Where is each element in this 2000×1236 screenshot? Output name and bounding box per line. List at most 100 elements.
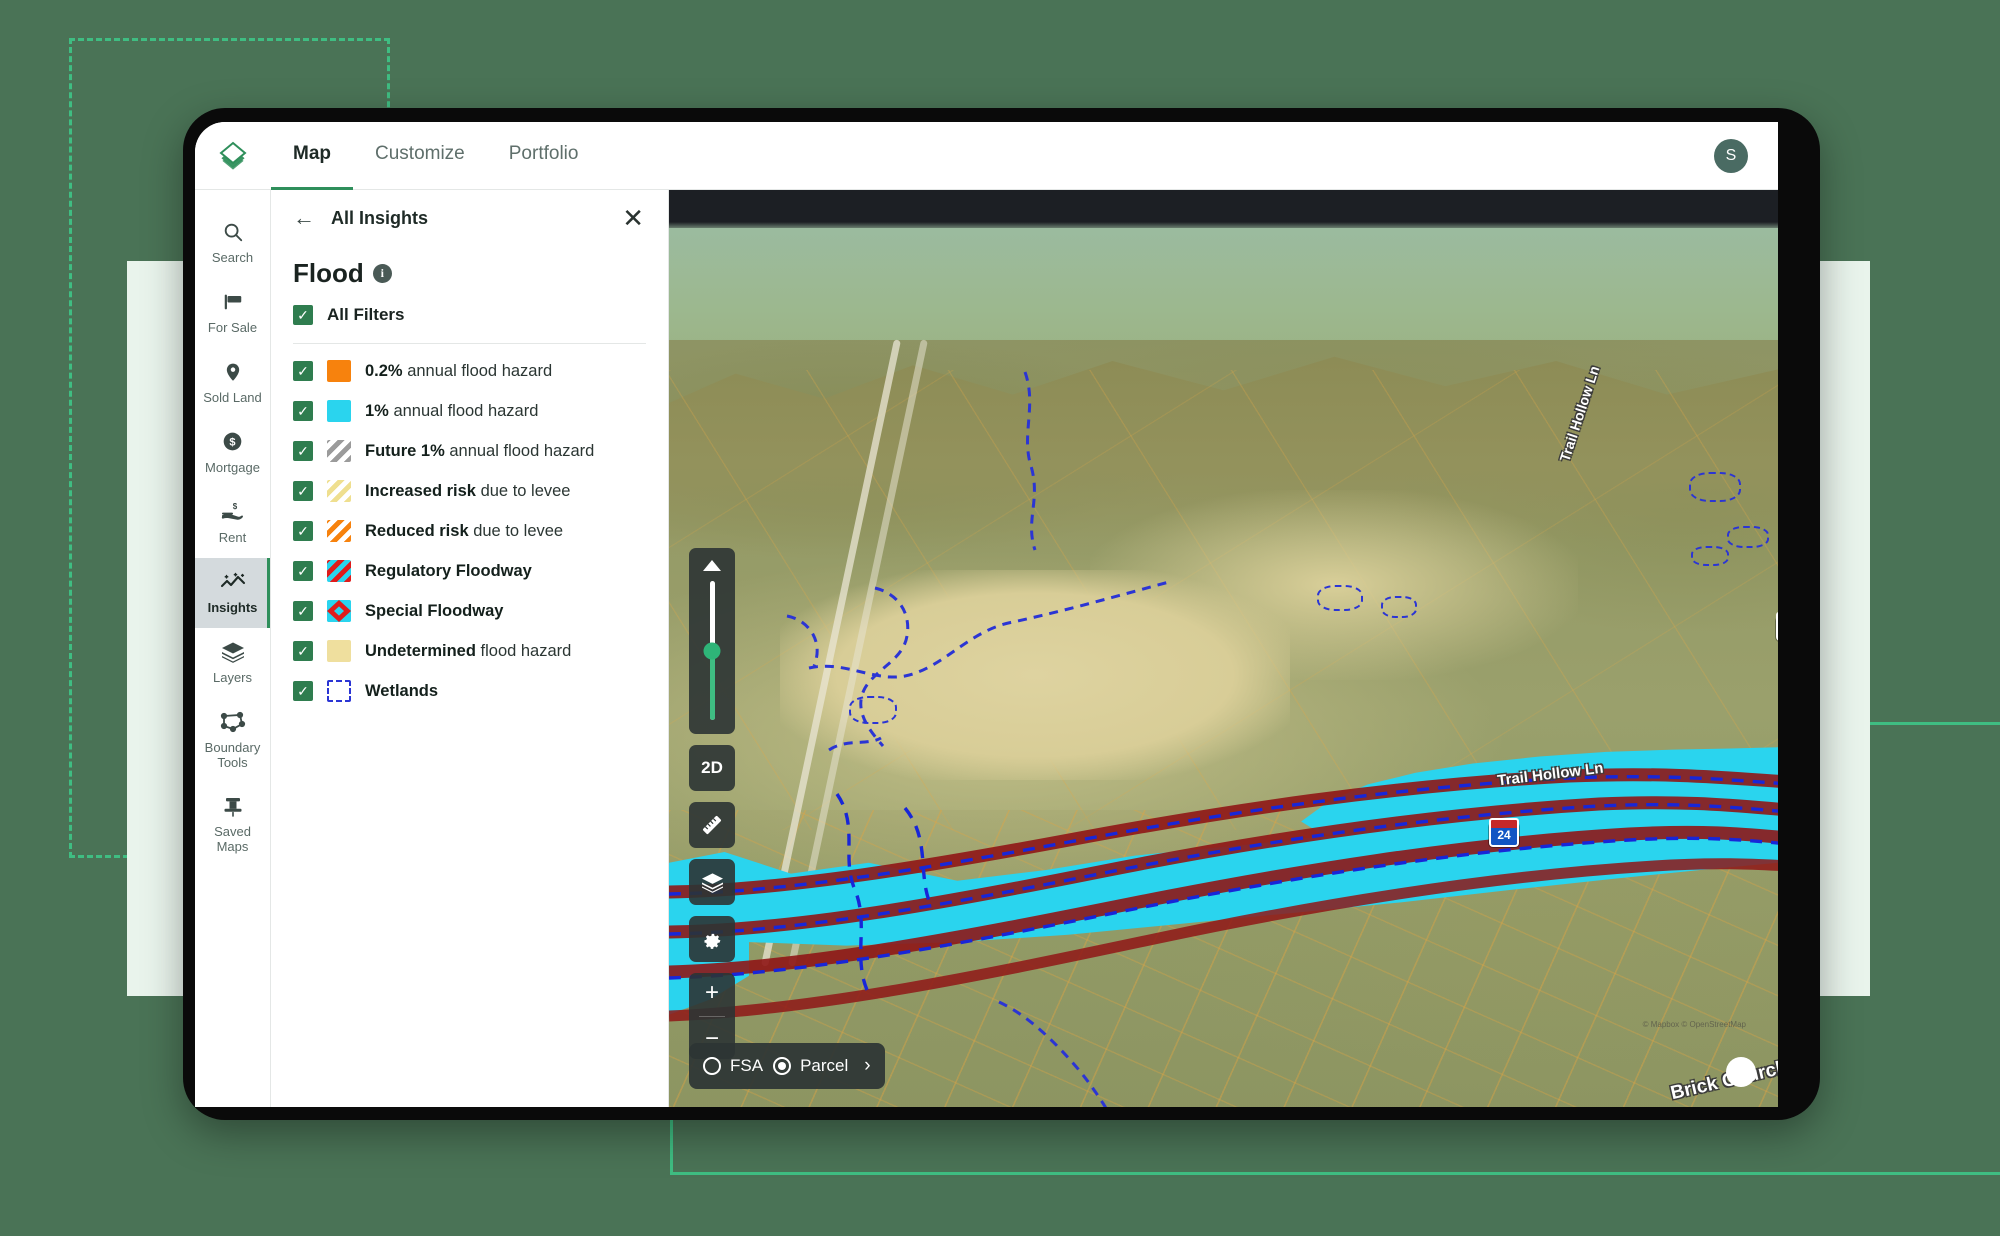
insights-sparkline-icon xyxy=(220,569,246,595)
legend-checkbox[interactable]: ✓ xyxy=(293,401,313,421)
flood-legend-list: ✓ 0.2% annual flood hazard ✓ 1% annual f… xyxy=(293,360,646,702)
map-attribution: © Mapbox © OpenStreetMap xyxy=(1642,1020,1746,1029)
tab-portfolio-label: Portfolio xyxy=(508,143,579,164)
tablet-device-frame: Map Customize Portfolio S Search For Sal… xyxy=(183,108,1820,1120)
legend-item-increased-risk[interactable]: ✓ Increased risk due to levee xyxy=(293,480,646,502)
wetland-polygon xyxy=(1691,546,1729,566)
sidebar-item-saved-maps[interactable]: Saved Maps xyxy=(195,782,270,867)
basemap-option-fsa-label: FSA xyxy=(730,1056,764,1075)
legend-checkbox[interactable]: ✓ xyxy=(293,441,313,461)
layers-stack-icon xyxy=(220,639,246,665)
sidebar-item-label: Mortgage xyxy=(205,459,260,475)
legend-item-future-1-annual[interactable]: ✓ Future 1% annual flood hazard xyxy=(293,440,646,462)
tab-portfolio[interactable]: Portfolio xyxy=(487,122,601,190)
shield-label: 24 xyxy=(1497,828,1511,842)
swatch-diagonal-red-cyan xyxy=(327,560,351,582)
svg-text:$: $ xyxy=(229,437,235,449)
sidebar-item-insights[interactable]: Insights xyxy=(195,557,270,628)
wetland-polygon xyxy=(1689,472,1741,502)
legend-item-regulatory-floodway[interactable]: ✓ Regulatory Floodway xyxy=(293,560,646,582)
sidebar-item-mortgage[interactable]: $ Mortgage xyxy=(195,418,270,488)
basemap-option-fsa[interactable]: FSA xyxy=(703,1056,763,1076)
left-nav-rail: Search For Sale Sold Land $ Mortgage $ R… xyxy=(195,190,271,1107)
legend-checkbox[interactable]: ✓ xyxy=(293,361,313,381)
sidebar-item-layers[interactable]: Layers xyxy=(195,628,270,698)
dimension-toggle-label: 2D xyxy=(701,758,723,777)
legend-checkbox[interactable]: ✓ xyxy=(293,641,313,661)
pitch-slider[interactable] xyxy=(689,548,735,734)
legend-label: 0.2% annual flood hazard xyxy=(365,362,552,381)
for-sale-sign-icon xyxy=(220,289,246,315)
all-filters-label: All Filters xyxy=(327,305,405,324)
legend-label: Increased risk due to levee xyxy=(365,482,571,501)
basemap-option-parcel-label: Parcel xyxy=(800,1056,849,1075)
sidebar-item-search[interactable]: Search xyxy=(195,208,270,278)
sidebar-item-label: Saved Maps xyxy=(214,824,251,855)
legend-label-bold: 1% xyxy=(365,401,389,420)
legend-label-rest: annual flood hazard xyxy=(444,441,595,460)
legend-checkbox[interactable]: ✓ xyxy=(293,481,313,501)
tab-map-label: Map xyxy=(293,143,331,164)
layers-stack-icon[interactable] xyxy=(689,859,735,905)
sidebar-item-boundary-tools[interactable]: Boundary Tools xyxy=(195,698,270,783)
legend-label: Reduced risk due to levee xyxy=(365,522,563,541)
close-icon[interactable]: ✕ xyxy=(622,205,644,231)
legend-label-bold: Reduced risk xyxy=(365,521,469,540)
zoom-in-button[interactable]: + xyxy=(689,973,735,1014)
dimension-toggle-button[interactable]: 2D xyxy=(689,745,735,791)
legend-item-wetlands[interactable]: ✓ Wetlands xyxy=(293,680,646,702)
legend-checkbox[interactable]: ✓ xyxy=(293,681,313,701)
tab-map[interactable]: Map xyxy=(271,122,353,190)
zoom-divider xyxy=(699,1015,725,1017)
tab-customize[interactable]: Customize xyxy=(353,122,487,190)
gear-icon[interactable] xyxy=(689,916,735,962)
ruler-icon[interactable] xyxy=(689,802,735,848)
pitch-slider-knob[interactable] xyxy=(703,642,721,659)
legend-label-rest: flood hazard xyxy=(475,641,572,660)
all-filters-checkbox[interactable]: ✓ xyxy=(293,305,313,325)
map-controls: 2D + − xyxy=(689,548,735,1059)
swatch-diagonal-yellow xyxy=(327,480,351,502)
arrow-left-icon[interactable]: ← xyxy=(293,207,315,229)
legend-label-bold: Future 1% xyxy=(365,441,445,460)
radio-unselected-icon xyxy=(703,1057,721,1075)
legend-item-undetermined[interactable]: ✓ Undetermined flood hazard xyxy=(293,640,646,662)
all-filters-row[interactable]: ✓ All Filters xyxy=(293,305,646,325)
stacked-diamond-logo[interactable] xyxy=(195,139,271,173)
map-canvas[interactable]: Trail Hollow Ln Trail Hollow Ln Creek Tr… xyxy=(669,190,1778,1107)
sidebar-item-for-sale[interactable]: For Sale xyxy=(195,278,270,348)
legend-label-rest: due to levee xyxy=(468,521,564,540)
avatar[interactable]: S xyxy=(1714,138,1748,173)
breadcrumb[interactable]: All Insights xyxy=(331,208,428,229)
sidebar-item-rent[interactable]: $ Rent xyxy=(195,488,270,558)
legend-label-bold: Regulatory Floodway xyxy=(365,561,532,580)
info-icon[interactable]: i xyxy=(372,264,392,283)
legend-checkbox[interactable]: ✓ xyxy=(293,601,313,621)
sidebar-item-label: Rent xyxy=(218,529,247,545)
legend-item-1-annual[interactable]: ✓ 1% annual flood hazard xyxy=(293,400,646,422)
legend-item-special-floodway[interactable]: ✓ Special Floodway xyxy=(293,600,646,622)
legend-item-reduced-risk[interactable]: ✓ Reduced risk due to levee xyxy=(293,520,646,542)
chevron-right-icon[interactable]: › xyxy=(864,1055,870,1077)
legend-checkbox[interactable]: ✓ xyxy=(293,561,313,581)
legend-checkbox[interactable]: ✓ xyxy=(293,521,313,541)
search-icon xyxy=(220,219,246,245)
swatch-dashed-blue-outline xyxy=(327,680,351,702)
app-header: Map Customize Portfolio S xyxy=(195,122,1778,190)
insights-panel: ← All Insights ✕ Flood i ✓ All Filters ✓ xyxy=(271,190,669,1107)
page-title: Flood xyxy=(293,258,364,288)
sidebar-item-sold-land[interactable]: Sold Land xyxy=(195,348,270,418)
sidebar-item-label: Insights xyxy=(207,599,258,615)
panel-divider xyxy=(293,343,646,344)
sidebar-item-label: For Sale xyxy=(207,319,258,335)
app-screen: Map Customize Portfolio S Search For Sal… xyxy=(195,122,1778,1107)
map-corner-dot[interactable] xyxy=(1726,1057,1756,1087)
svg-text:$: $ xyxy=(232,502,237,511)
flood-title-row: Flood i xyxy=(293,258,646,289)
swatch-diagonal-orange xyxy=(327,520,351,542)
basemap-option-parcel[interactable]: Parcel xyxy=(773,1056,848,1076)
pitch-slider-track[interactable] xyxy=(703,581,721,720)
legend-label: Special Floodway xyxy=(365,602,503,621)
legend-label-bold: Undetermined xyxy=(365,641,476,660)
legend-item-02-annual[interactable]: ✓ 0.2% annual flood hazard xyxy=(293,360,646,382)
